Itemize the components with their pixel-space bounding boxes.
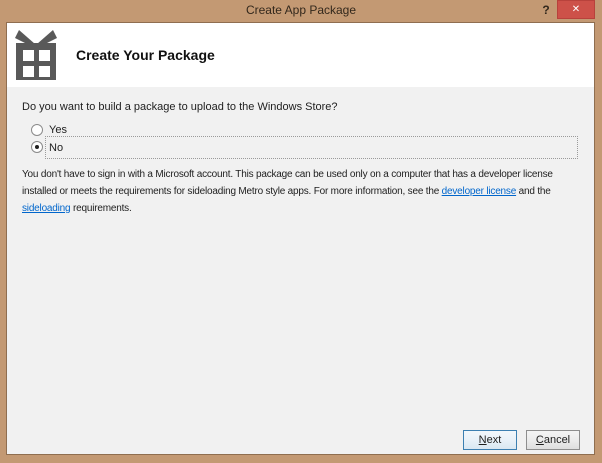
focus-rectangle: No — [45, 135, 578, 159]
note-text: You don't have to sign in with a Microso… — [22, 166, 580, 217]
question-text: Do you want to build a package to upload… — [22, 101, 338, 113]
help-button[interactable]: ? — [537, 2, 555, 19]
radio-unselected-icon[interactable] — [31, 124, 43, 136]
close-button[interactable]: ✕ — [557, 0, 595, 19]
titlebar: Create App Package ? ✕ — [0, 0, 602, 22]
page-title: Create Your Package — [76, 47, 215, 63]
radio-dot — [35, 145, 39, 149]
window-title: Create App Package — [245, 3, 357, 17]
dialog-body: Do you want to build a package to upload… — [7, 87, 594, 454]
note-part-2: and the — [516, 186, 551, 197]
dialog-header: Create Your Package — [7, 23, 594, 87]
developer-license-link[interactable]: developer license — [442, 186, 517, 197]
cancel-button[interactable]: Cancel — [526, 430, 580, 450]
create-app-package-dialog: Create App Package ? ✕ Create Your Packa… — [0, 0, 602, 463]
radio-yes-label: Yes — [49, 124, 67, 136]
dialog-surface: Create Your Package Do you want to build… — [6, 22, 595, 455]
button-bar: Next Cancel — [463, 430, 580, 450]
radio-no-label: No — [49, 141, 64, 154]
sideloading-link[interactable]: sideloading — [22, 203, 71, 214]
gift-package-icon — [15, 30, 57, 80]
radio-option-no[interactable]: No — [31, 135, 594, 159]
close-icon: ✕ — [571, 4, 581, 15]
note-part-3: requirements. — [70, 203, 132, 214]
next-button[interactable]: Next — [463, 430, 517, 450]
radio-selected-icon[interactable] — [31, 141, 43, 153]
